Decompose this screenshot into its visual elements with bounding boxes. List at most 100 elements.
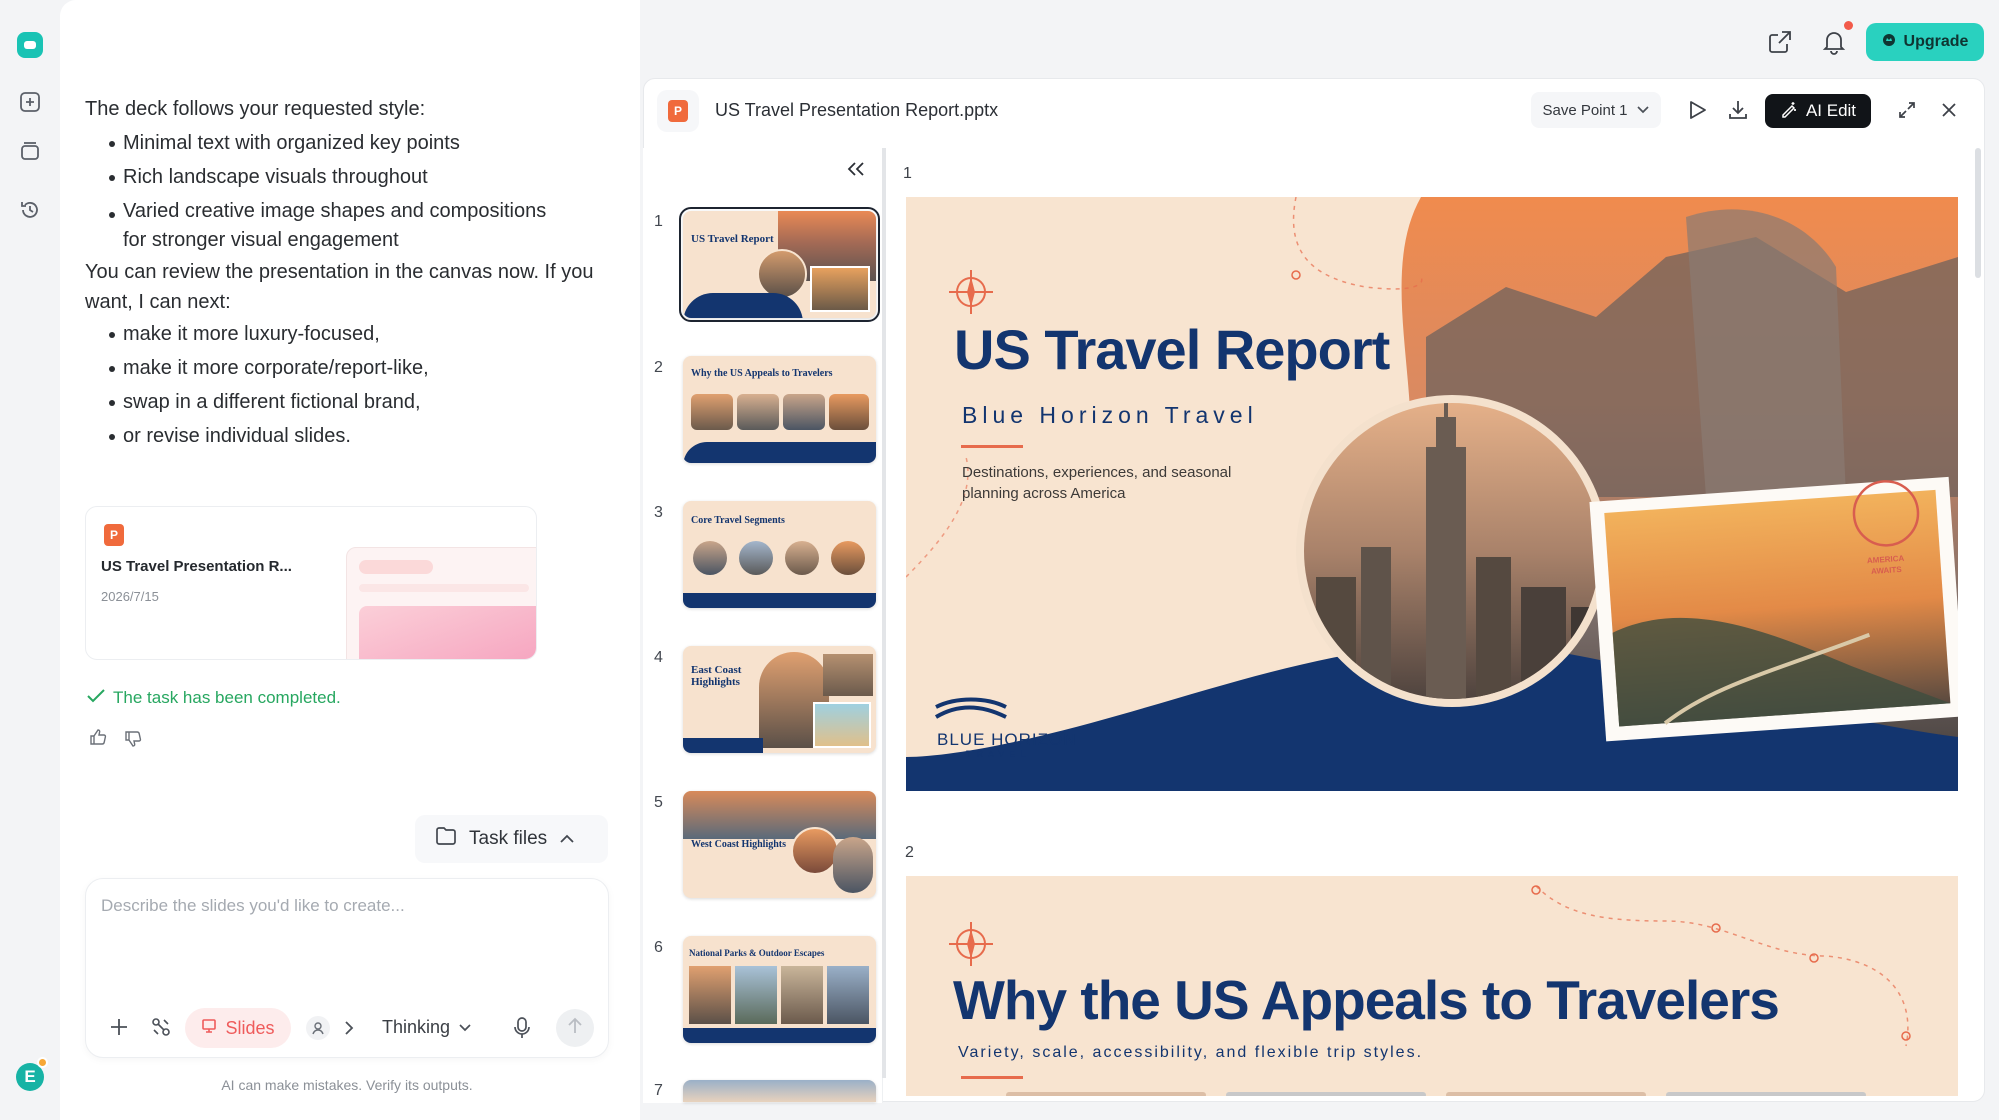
- upgrade-button[interactable]: Upgrade: [1866, 23, 1984, 61]
- list-item: Rich landscape visuals throughout: [109, 160, 615, 194]
- chevron-right-icon[interactable]: [344, 1020, 354, 1041]
- slide-thumbnail-3[interactable]: Core Travel Segments: [683, 501, 876, 608]
- list-item: Minimal text with organized key points: [109, 126, 615, 160]
- thumbnail-image: [691, 394, 733, 430]
- pptx-file-icon: P: [668, 100, 688, 122]
- thumbnail-image: [783, 394, 825, 430]
- chevron-down-icon: [458, 1017, 472, 1038]
- thumbnail-wave: [683, 293, 803, 318]
- notifications-icon[interactable]: [1821, 29, 1847, 60]
- agent-icon[interactable]: [306, 1016, 330, 1040]
- download-icon[interactable]: [1727, 99, 1749, 126]
- tools-icon[interactable]: [150, 1016, 172, 1043]
- thumbnail-image: [739, 541, 773, 575]
- left-rail: [0, 0, 60, 1120]
- task-files-button[interactable]: Task files: [415, 815, 608, 863]
- thumbnail-image: [757, 249, 807, 299]
- thumbs-down-icon[interactable]: [124, 730, 142, 753]
- file-card[interactable]: P US Travel Presentation R... 2026/7/15: [85, 506, 537, 660]
- chevron-up-icon: [559, 828, 575, 850]
- thumbnail-title: East Coast Highlights: [691, 664, 742, 688]
- chevron-down-icon: [1636, 102, 1650, 119]
- check-icon: [87, 688, 105, 708]
- thumbnail-image: [683, 1080, 876, 1102]
- notification-badge-icon: [37, 1057, 48, 1068]
- disclaimer: AI can make mistakes. Verify its outputs…: [221, 1077, 473, 1093]
- list-item: or revise individual slides.: [109, 419, 615, 453]
- thumbnail-image: [829, 394, 869, 430]
- thumbnail-image: [693, 541, 727, 575]
- list-item: make it more corporate/report-like,: [109, 351, 615, 385]
- thumbnail-number: 7: [654, 1082, 663, 1099]
- slide-description-line: Destinations, experiences, and seasonal: [962, 464, 1232, 481]
- thumbnail-number: 6: [654, 939, 663, 956]
- slide-number: 2: [905, 844, 914, 861]
- thumbnail-image: [689, 966, 731, 1024]
- arrow-up-icon: [567, 1017, 583, 1040]
- message-intro: The deck follows your requested style:: [85, 98, 426, 120]
- thumbnail-image: [683, 791, 876, 839]
- notification-dot-icon: [1844, 21, 1853, 30]
- thumbnail-image: [827, 966, 869, 1024]
- slide-title: US Travel Report: [954, 318, 1390, 381]
- brand-logo-text: BLUE HORIZON: [937, 730, 1077, 749]
- share-icon[interactable]: [1767, 29, 1793, 60]
- microphone-icon[interactable]: [512, 1016, 532, 1045]
- thumbnail-image: [791, 827, 839, 875]
- slide-subtitle: Blue Horizon Travel: [962, 402, 1258, 428]
- stamp-text: AMERICA AWAITS: [1855, 552, 1916, 578]
- upgrade-label: Upgrade: [1903, 33, 1969, 50]
- options-list: make it more luxury-focused, make it mor…: [109, 317, 615, 453]
- thumbnail-title: US Travel Report: [691, 233, 774, 245]
- thumbnail-number: 4: [654, 649, 663, 666]
- history-icon[interactable]: [17, 197, 43, 223]
- thumbnail-wave: [683, 1028, 876, 1043]
- slide-thumbnail-6[interactable]: National Parks & Outdoor Escapes: [683, 936, 876, 1043]
- file-preview-image: [346, 547, 536, 659]
- slide-1[interactable]: US Travel Report Blue Horizon Travel Des…: [906, 197, 1958, 791]
- thumbnail-number: 1: [654, 213, 663, 230]
- send-button[interactable]: [556, 1009, 594, 1047]
- thumbnail-wave: [683, 738, 763, 753]
- task-files-label: Task files: [469, 828, 548, 849]
- slide-thumbnail-2[interactable]: Why the US Appeals to Travelers: [683, 356, 876, 463]
- thinking-mode-select[interactable]: Thinking: [382, 1017, 472, 1038]
- slide-2[interactable]: Why the US Appeals to Travelers Variety,…: [906, 876, 1958, 1096]
- new-chat-icon[interactable]: [17, 89, 43, 115]
- slide-thumbnail-4[interactable]: East Coast Highlights: [683, 646, 876, 753]
- thumbnail-title: Core Travel Segments: [691, 515, 785, 526]
- top-bar: [640, 0, 1999, 78]
- thinking-mode-label: Thinking: [382, 1017, 451, 1037]
- slide-description: Destinations, experiences, and seasonal …: [962, 462, 1231, 504]
- slide-subtitle: Variety, scale, accessibility, and flexi…: [958, 1044, 1424, 1061]
- slide-thumbnail-5[interactable]: West Coast Highlights: [683, 791, 876, 898]
- ai-edit-button[interactable]: AI Edit: [1765, 94, 1871, 128]
- thumbnail-title: West Coast Highlights: [691, 839, 787, 850]
- add-attachment-icon[interactable]: [108, 1016, 130, 1043]
- slide-number: 1: [903, 165, 912, 182]
- thumbnail-number: 5: [654, 794, 663, 811]
- pptx-file-icon: P: [104, 524, 124, 546]
- library-icon[interactable]: [17, 138, 43, 164]
- thumbnail-number: 3: [654, 504, 663, 521]
- close-icon[interactable]: [1939, 100, 1959, 125]
- ai-edit-label: AI Edit: [1805, 101, 1857, 120]
- canvas-file-name: US Travel Presentation Report.pptx: [715, 100, 999, 120]
- slide-thumbnail-1[interactable]: US Travel Report: [679, 207, 880, 322]
- save-point-label: Save Point 1: [1542, 101, 1628, 119]
- thumbnail-image: [785, 541, 819, 575]
- thumbnail-scrollbar[interactable]: [882, 148, 886, 1078]
- slide-thumbnail-7[interactable]: [683, 1080, 876, 1102]
- app-logo-icon[interactable]: [17, 32, 43, 58]
- thumbs-up-icon[interactable]: [89, 728, 107, 751]
- collapse-panel-icon[interactable]: [847, 161, 865, 182]
- canvas-scrollbar[interactable]: [1975, 148, 1981, 278]
- thumbnail-image: [735, 966, 777, 1024]
- slides-mode-button[interactable]: Slides: [185, 1008, 291, 1048]
- thumbnail-wave: [683, 442, 876, 463]
- save-point-select[interactable]: Save Point 1: [1531, 92, 1661, 128]
- prompt-input[interactable]: Describe the slides you'd like to create…: [101, 896, 405, 916]
- expand-icon[interactable]: [1897, 100, 1917, 125]
- play-icon[interactable]: [1686, 99, 1708, 126]
- canvas-file-badge: P: [657, 90, 699, 132]
